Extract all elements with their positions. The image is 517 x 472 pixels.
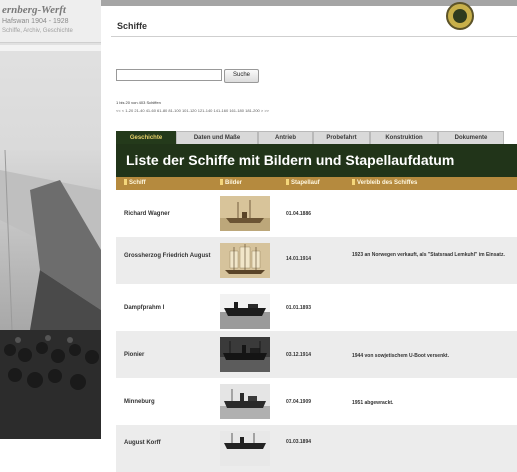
column-header-fate: Verbleib des Schiffes — [352, 179, 417, 186]
launch-date: 01.04.1886 — [286, 211, 312, 217]
tab-dokumente[interactable]: Dokumente — [438, 131, 504, 144]
ship-name-link[interactable]: Richard Wagner — [124, 210, 214, 218]
launch-date: 03.12.1914 — [286, 352, 312, 358]
table-row: August Korff 01.03.1894 — [116, 425, 517, 472]
ship-name-link[interactable]: Grossherzog Friedrich August — [124, 252, 214, 260]
pagination[interactable]: << < 1-20 21-40 41-60 61-80 81-100 101-1… — [116, 108, 269, 113]
ship-fate: 1944 von sowjetischem U-Boot versenkt. — [352, 353, 449, 359]
sailing-ship-icon[interactable] — [220, 243, 270, 278]
tab-geschichte[interactable]: Geschichte — [116, 131, 176, 144]
decorative-stripe — [0, 56, 101, 59]
ship-name-link[interactable]: Pionier — [124, 351, 214, 359]
sidebar-historical-image: ernberg-Werft Hafswan 1904 - 1928 Schiff… — [0, 0, 101, 439]
shipyard-photo — [0, 150, 101, 439]
column-header-ship[interactable]: Schiff — [124, 179, 146, 186]
tab-probefahrt[interactable]: Probefahrt — [313, 131, 370, 144]
ship-name-link[interactable]: August Korff — [124, 439, 214, 447]
shipyard-logo-icon[interactable] — [446, 2, 474, 30]
cargo-ship-icon[interactable] — [220, 337, 270, 372]
decorative-stripe — [0, 45, 101, 51]
logo-emblem — [453, 9, 467, 23]
steamship-icon[interactable] — [220, 384, 270, 419]
page-header: Schiffe — [101, 0, 517, 40]
table-row: Minneburg 07.04.1909 1951 abgewrackt. — [116, 378, 517, 425]
table-header: Schiff Bilder Stapellauf Verbleib des Sc… — [116, 177, 517, 190]
search-button[interactable]: Suche — [224, 69, 259, 83]
tab-daten-und-masse[interactable]: Daten und Maße — [176, 131, 258, 144]
results-count: 1 bis 20 von 403 Schiffen — [116, 100, 161, 105]
launch-date: 07.04.1909 — [286, 399, 312, 405]
launch-date: 01.03.1894 — [286, 439, 312, 445]
tab-konstruktion[interactable]: Konstruktion — [370, 131, 438, 144]
column-header-images: Bilder — [220, 179, 242, 186]
brand-title: ernberg-Werft — [2, 4, 66, 16]
tab-antrieb[interactable]: Antrieb — [258, 131, 313, 144]
ship-fate: 1951 abgewrackt. — [352, 400, 394, 406]
page-title: Schiffe — [117, 21, 148, 31]
ship-name-link[interactable]: Minneburg — [124, 398, 214, 406]
list-title: Liste der Schiffe mit Bildern und Stapel… — [126, 152, 455, 168]
table-row: Grossherzog Friedrich August 14.01.1914 … — [116, 237, 517, 284]
search-input[interactable] — [116, 69, 222, 81]
table-row: Richard Wagner 01.04.1886 — [116, 190, 517, 237]
ship-icon[interactable] — [220, 431, 270, 466]
table-row: Pionier 03.12.1914 1944 von sowjetischem… — [116, 331, 517, 378]
brand-header[interactable]: ernberg-Werft Hafswan 1904 - 1928 Schiff… — [0, 0, 101, 43]
table-row: Dampfprahm I 01.01.1893 — [116, 284, 517, 331]
sepia-ship-icon[interactable] — [220, 196, 270, 231]
launch-date: 01.01.1893 — [286, 305, 312, 311]
ship-fate: 1923 an Norwegen verkauft, als "Statsraa… — [352, 252, 505, 258]
steamer-icon[interactable] — [220, 294, 270, 329]
list-banner: Liste der Schiffe mit Bildern und Stapel… — [116, 144, 517, 177]
column-header-launch[interactable]: Stapellauf — [286, 179, 320, 186]
brand-subtitle: Hafswan 1904 - 1928 — [2, 18, 69, 25]
launch-date: 14.01.1914 — [286, 256, 312, 262]
brand-tagline: Schiffe, Archiv, Geschichte — [2, 28, 73, 34]
ship-name-link[interactable]: Dampfprahm I — [124, 304, 214, 312]
